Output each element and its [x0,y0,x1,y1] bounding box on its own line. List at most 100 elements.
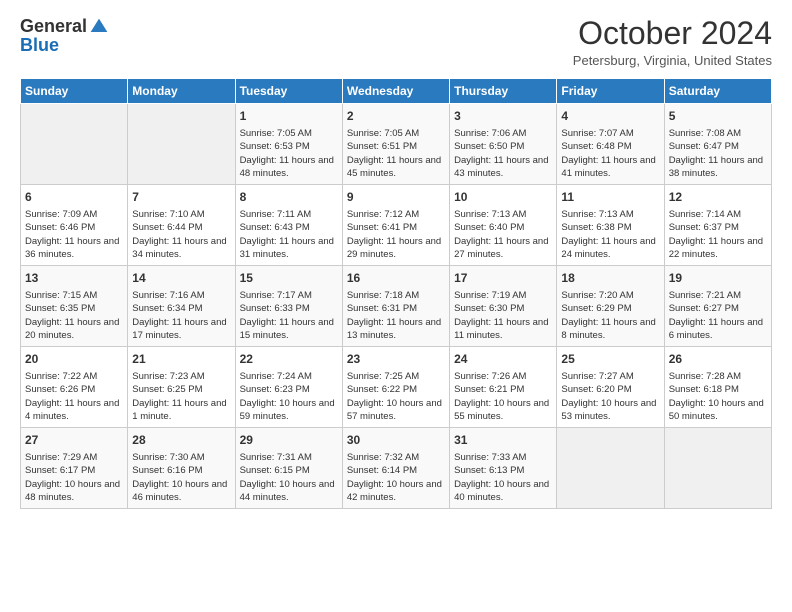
cell-content: Sunrise: 7:10 AMSunset: 6:44 PMDaylight:… [132,208,230,261]
calendar-header-row: SundayMondayTuesdayWednesdayThursdayFrid… [21,79,772,104]
cell-content: Sunrise: 7:30 AMSunset: 6:16 PMDaylight:… [132,451,230,504]
cell-day-number: 27 [25,432,123,449]
day-header-thursday: Thursday [450,79,557,104]
cell-content: Sunrise: 7:08 AMSunset: 6:47 PMDaylight:… [669,127,767,180]
calendar-cell: 30 Sunrise: 7:32 AMSunset: 6:14 PMDayligh… [342,428,449,509]
cell-content: Sunrise: 7:20 AMSunset: 6:29 PMDaylight:… [561,289,659,342]
cell-day-number: 10 [454,189,552,206]
cell-day-number: 2 [347,108,445,125]
cell-day-number: 31 [454,432,552,449]
day-header-monday: Monday [128,79,235,104]
month-title: October 2024 [573,16,772,51]
cell-content: Sunrise: 7:15 AMSunset: 6:35 PMDaylight:… [25,289,123,342]
cell-day-number: 6 [25,189,123,206]
calendar-cell: 16 Sunrise: 7:18 AMSunset: 6:31 PMDayligh… [342,266,449,347]
cell-content: Sunrise: 7:14 AMSunset: 6:37 PMDaylight:… [669,208,767,261]
cell-day-number: 24 [454,351,552,368]
cell-day-number: 15 [240,270,338,287]
cell-content: Sunrise: 7:13 AMSunset: 6:40 PMDaylight:… [454,208,552,261]
cell-content: Sunrise: 7:18 AMSunset: 6:31 PMDaylight:… [347,289,445,342]
calendar-cell: 31 Sunrise: 7:33 AMSunset: 6:13 PMDayligh… [450,428,557,509]
calendar-cell: 20 Sunrise: 7:22 AMSunset: 6:26 PMDayligh… [21,347,128,428]
calendar-cell [664,428,771,509]
cell-content: Sunrise: 7:33 AMSunset: 6:13 PMDaylight:… [454,451,552,504]
calendar-cell: 14 Sunrise: 7:16 AMSunset: 6:34 PMDayligh… [128,266,235,347]
cell-content: Sunrise: 7:06 AMSunset: 6:50 PMDaylight:… [454,127,552,180]
cell-content: Sunrise: 7:11 AMSunset: 6:43 PMDaylight:… [240,208,338,261]
header: General Blue October 2024 Petersburg, Vi… [20,16,772,68]
day-header-saturday: Saturday [664,79,771,104]
cell-content: Sunrise: 7:17 AMSunset: 6:33 PMDaylight:… [240,289,338,342]
cell-content: Sunrise: 7:09 AMSunset: 6:46 PMDaylight:… [25,208,123,261]
cell-day-number: 8 [240,189,338,206]
cell-content: Sunrise: 7:26 AMSunset: 6:21 PMDaylight:… [454,370,552,423]
calendar-cell [557,428,664,509]
cell-content: Sunrise: 7:05 AMSunset: 6:53 PMDaylight:… [240,127,338,180]
cell-day-number: 14 [132,270,230,287]
cell-day-number: 18 [561,270,659,287]
cell-day-number: 7 [132,189,230,206]
cell-day-number: 29 [240,432,338,449]
cell-content: Sunrise: 7:31 AMSunset: 6:15 PMDaylight:… [240,451,338,504]
cell-content: Sunrise: 7:07 AMSunset: 6:48 PMDaylight:… [561,127,659,180]
day-header-sunday: Sunday [21,79,128,104]
calendar-table: SundayMondayTuesdayWednesdayThursdayFrid… [20,78,772,509]
page: General Blue October 2024 Petersburg, Vi… [0,0,792,612]
calendar-cell: 12Sunrise: 7:14 AMSunset: 6:37 PMDayligh… [664,185,771,266]
calendar-cell: 11 Sunrise: 7:13 AMSunset: 6:38 PMDayligh… [557,185,664,266]
calendar-cell: 2 Sunrise: 7:05 AMSunset: 6:51 PMDaylight… [342,104,449,185]
calendar-cell: 18 Sunrise: 7:20 AMSunset: 6:29 PMDayligh… [557,266,664,347]
cell-content: Sunrise: 7:16 AMSunset: 6:34 PMDaylight:… [132,289,230,342]
cell-content: Sunrise: 7:13 AMSunset: 6:38 PMDaylight:… [561,208,659,261]
cell-day-number: 28 [132,432,230,449]
cell-day-number: 5 [669,108,767,125]
day-header-wednesday: Wednesday [342,79,449,104]
logo-text: General [20,16,109,37]
calendar-cell: 25 Sunrise: 7:27 AMSunset: 6:20 PMDayligh… [557,347,664,428]
calendar-cell: 9 Sunrise: 7:12 AMSunset: 6:41 PMDaylight… [342,185,449,266]
cell-day-number: 30 [347,432,445,449]
logo-icon [89,17,109,37]
calendar-week-4: 20 Sunrise: 7:22 AMSunset: 6:26 PMDayligh… [21,347,772,428]
day-header-tuesday: Tuesday [235,79,342,104]
calendar-cell: 7 Sunrise: 7:10 AMSunset: 6:44 PMDaylight… [128,185,235,266]
calendar-cell: 24 Sunrise: 7:26 AMSunset: 6:21 PMDayligh… [450,347,557,428]
calendar-week-2: 6 Sunrise: 7:09 AMSunset: 6:46 PMDaylight… [21,185,772,266]
cell-day-number: 11 [561,189,659,206]
calendar-week-5: 27 Sunrise: 7:29 AMSunset: 6:17 PMDayligh… [21,428,772,509]
cell-day-number: 20 [25,351,123,368]
cell-day-number: 21 [132,351,230,368]
calendar-week-3: 13 Sunrise: 7:15 AMSunset: 6:35 PMDayligh… [21,266,772,347]
cell-day-number: 16 [347,270,445,287]
cell-content: Sunrise: 7:12 AMSunset: 6:41 PMDaylight:… [347,208,445,261]
cell-content: Sunrise: 7:27 AMSunset: 6:20 PMDaylight:… [561,370,659,423]
calendar-cell: 27 Sunrise: 7:29 AMSunset: 6:17 PMDayligh… [21,428,128,509]
day-header-friday: Friday [557,79,664,104]
calendar-body: 1Sunrise: 7:05 AMSunset: 6:53 PMDaylight… [21,104,772,509]
cell-day-number: 4 [561,108,659,125]
title-block: October 2024 Petersburg, Virginia, Unite… [573,16,772,68]
cell-day-number: 17 [454,270,552,287]
calendar-cell: 8 Sunrise: 7:11 AMSunset: 6:43 PMDaylight… [235,185,342,266]
cell-day-number: 19 [669,270,767,287]
calendar-cell: 22Sunrise: 7:24 AMSunset: 6:23 PMDayligh… [235,347,342,428]
calendar-cell: 28 Sunrise: 7:30 AMSunset: 6:16 PMDayligh… [128,428,235,509]
calendar-cell: 13 Sunrise: 7:15 AMSunset: 6:35 PMDayligh… [21,266,128,347]
logo-general: General [20,16,87,37]
cell-content: Sunrise: 7:23 AMSunset: 6:25 PMDaylight:… [132,370,230,423]
cell-content: Sunrise: 7:05 AMSunset: 6:51 PMDaylight:… [347,127,445,180]
calendar-week-1: 1Sunrise: 7:05 AMSunset: 6:53 PMDaylight… [21,104,772,185]
cell-day-number: 25 [561,351,659,368]
calendar-cell: 26Sunrise: 7:28 AMSunset: 6:18 PMDayligh… [664,347,771,428]
cell-day-number: 3 [454,108,552,125]
cell-content: Sunrise: 7:22 AMSunset: 6:26 PMDaylight:… [25,370,123,423]
cell-day-number: 22 [240,351,338,368]
location: Petersburg, Virginia, United States [573,53,772,68]
cell-content: Sunrise: 7:19 AMSunset: 6:30 PMDaylight:… [454,289,552,342]
cell-content: Sunrise: 7:25 AMSunset: 6:22 PMDaylight:… [347,370,445,423]
cell-content: Sunrise: 7:32 AMSunset: 6:14 PMDaylight:… [347,451,445,504]
calendar-cell [128,104,235,185]
cell-day-number: 9 [347,189,445,206]
cell-day-number: 13 [25,270,123,287]
cell-content: Sunrise: 7:29 AMSunset: 6:17 PMDaylight:… [25,451,123,504]
